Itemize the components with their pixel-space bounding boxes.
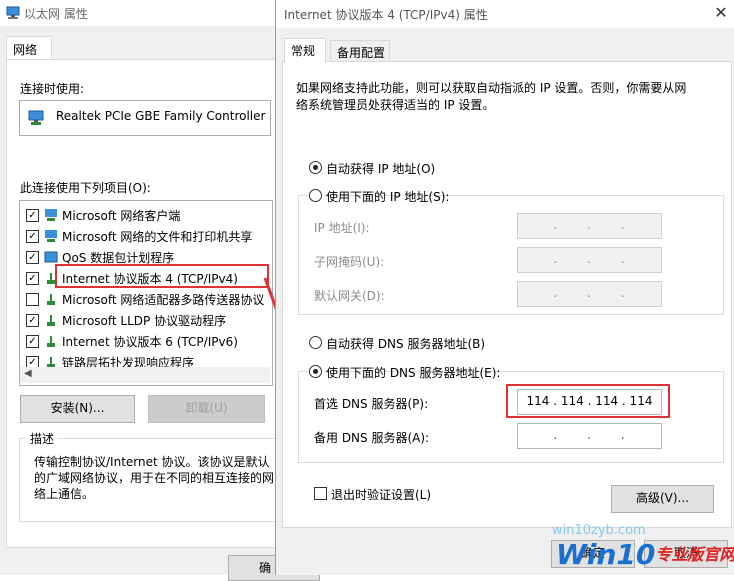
tab-general[interactable]: 常规 (284, 38, 326, 63)
intro-text: 如果网络支持此功能，则可以获取自动指派的 IP 设置。否则，你需要从网络系统管理… (296, 81, 687, 112)
watermark-url: win10zyb.com (552, 523, 646, 538)
checkbox[interactable]: ✓ (26, 335, 39, 348)
qos-icon (44, 251, 58, 263)
ipv4-highlight-box (55, 264, 269, 288)
adapter-name: Realtek PCIe GBE Family Controller (56, 109, 266, 123)
ip-address-field[interactable]: . . . (517, 213, 662, 239)
tab-network[interactable]: 网络 (6, 36, 52, 61)
gateway-label: 默认网关(D): (314, 289, 385, 303)
tab-label: 网络 (13, 43, 38, 57)
validate-checkbox[interactable] (314, 487, 327, 500)
scroll-left-icon[interactable]: ◀ (24, 368, 32, 379)
protocol-icon (47, 315, 55, 326)
network-adapter-icon (28, 110, 44, 125)
validate-label: 退出时验证设置(L) (331, 488, 432, 502)
advanced-button[interactable]: 高级(V)... (611, 485, 714, 513)
logo-main: Win10 (556, 538, 656, 571)
subnet-mask-field[interactable]: . . . (517, 247, 662, 273)
checkbox[interactable]: ✓ (26, 209, 39, 222)
protocol-icon (47, 336, 55, 347)
radio-button[interactable] (309, 336, 322, 349)
checkbox[interactable]: ✓ (26, 251, 39, 264)
adapter-field: Realtek PCIe GBE Family Controller (19, 100, 271, 136)
ethernet-properties-window: 以太网 属性 网络 连接时使用: Realtek PCIe GBE Family… (0, 0, 320, 581)
network-adapter-icon (6, 6, 20, 19)
alternate-dns-label: 备用 DNS 服务器(A): (314, 431, 430, 445)
file-share-icon (45, 230, 57, 242)
preferred-dns-label: 首选 DNS 服务器(P): (314, 397, 429, 411)
window-title: 以太网 属性 (24, 7, 88, 21)
dns-highlight-box (506, 384, 670, 418)
checkbox[interactable] (26, 293, 39, 306)
description-text: 传输控制协议/Internet 协议。该协议是默认的广域网络协议，用于在不同的相… (34, 455, 275, 501)
alternate-dns-field[interactable]: . . . (517, 423, 662, 449)
radio-button[interactable] (309, 189, 322, 202)
radio-button[interactable] (309, 365, 322, 378)
tab-alternate-config[interactable]: 备用配置 (330, 40, 390, 63)
uninstall-button[interactable]: 卸载(U) (148, 395, 265, 423)
protocol-icon (47, 294, 55, 305)
title-bar: Internet 协议版本 4 (TCP/IPv4) 属性 ✕ (276, 0, 734, 28)
description-legend: 描述 (26, 430, 59, 447)
ipv4-properties-window: Internet 协议版本 4 (TCP/IPv4) 属性 ✕ 常规 备用配置 … (275, 0, 734, 575)
components-list[interactable]: ✓ Microsoft 网络客户端 ✓ Microsoft 网络的文件和打印机共… (19, 200, 273, 386)
install-button[interactable]: 安装(N)... (20, 395, 135, 423)
site-logo: Win10专业版官网 (556, 538, 734, 575)
checkbox[interactable]: ✓ (26, 230, 39, 243)
checkbox[interactable]: ✓ (26, 314, 39, 327)
window-title: Internet 协议版本 4 (TCP/IPv4) 属性 (284, 8, 488, 22)
ip-address-label: IP 地址(I): (314, 221, 370, 235)
connect-using-label: 连接时使用: (20, 82, 85, 96)
subnet-mask-label: 子网掩码(U): (314, 255, 385, 269)
logo-sub: 专业版官网 (655, 545, 734, 564)
horizontal-scrollbar[interactable]: ◀ (20, 367, 270, 383)
close-icon[interactable]: ✕ (712, 4, 730, 22)
title-bar: 以太网 属性 (0, 0, 280, 26)
components-label: 此连接使用下列项目(O): (20, 181, 151, 195)
network-client-icon (45, 209, 57, 221)
gateway-field[interactable]: . . . (517, 281, 662, 307)
checkbox[interactable]: ✓ (26, 272, 39, 285)
radio-button[interactable] (309, 161, 322, 174)
